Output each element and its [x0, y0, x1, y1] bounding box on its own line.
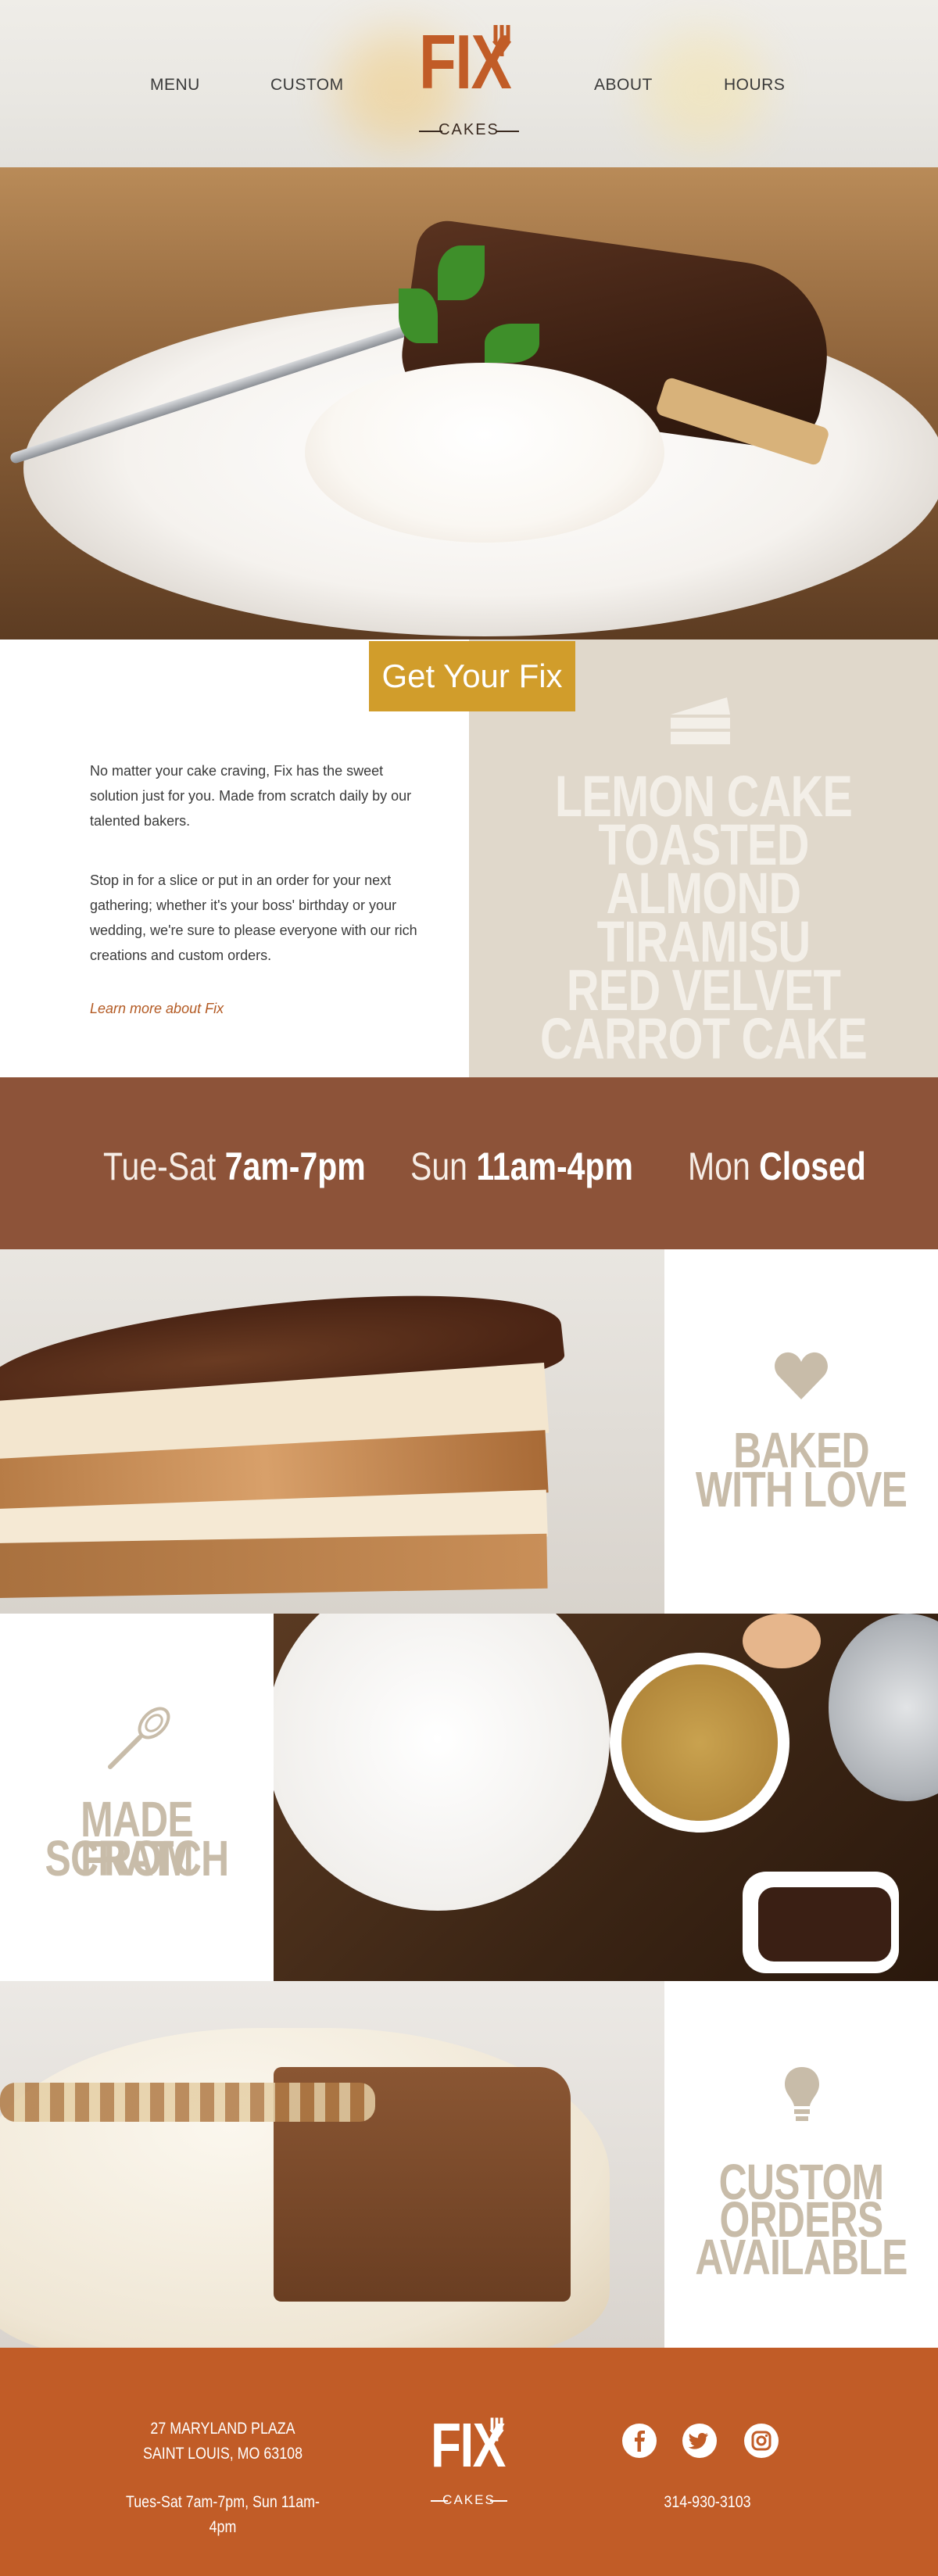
nav-about[interactable]: ABOUT — [594, 76, 653, 95]
twitter-icon[interactable] — [682, 2424, 717, 2458]
address-line-1: 27 MARYLAND PLAZA — [150, 2420, 295, 2438]
hours-days: Mon — [688, 1145, 750, 1188]
hours-time: Closed — [759, 1145, 866, 1188]
heart-icon — [775, 1352, 828, 1399]
footer-hours: Tues-Sat 7am-7pm, Sun 11am-4pm — [125, 2493, 320, 2536]
flavor-item: TOASTED ALMOND — [598, 812, 809, 926]
logo[interactable]: FIX CAKES — [414, 23, 524, 141]
tile-label-line: AVAILABLE — [695, 2229, 908, 2285]
nav-hours[interactable]: HOURS — [724, 76, 785, 95]
whipped-cream — [305, 363, 664, 543]
nav-menu[interactable]: MENU — [150, 76, 200, 95]
flavor-item: CARROT CAKE — [540, 1006, 868, 1071]
footer-address: 27 MARYLAND PLAZA SAINT LOUIS, MO 63108 — [133, 2417, 313, 2467]
site-footer: 27 MARYLAND PLAZA SAINT LOUIS, MO 63108 … — [0, 2348, 938, 2576]
mint-leaf — [438, 245, 485, 300]
hours-band: Tue-Sat 7am-7pm Sun 11am-4pm Mon Closed — [0, 1077, 938, 1249]
tile-label-line: SCRATCH — [45, 1830, 230, 1886]
tiramisu-photo — [0, 1249, 664, 1614]
tile-label-line: WITH LOVE — [695, 1461, 908, 1517]
hours-days: Tue-Sat — [103, 1145, 217, 1188]
fork-icon — [492, 25, 512, 56]
site-header: MENU CUSTOM FIX CAKES ABOUT HOURS — [0, 0, 938, 167]
instagram-icon[interactable] — [744, 2424, 779, 2458]
hours-sun: Sun 11am-4pm — [410, 1144, 633, 1189]
baked-with-love-tile: BAKED WITH LOVE — [664, 1249, 938, 1614]
hours-time: 11am-4pm — [476, 1145, 633, 1188]
nav-custom[interactable]: CUSTOM — [270, 76, 344, 95]
intro-paragraph-2: Stop in for a slice or put in an order f… — [90, 872, 417, 963]
hours-days: Sun — [410, 1145, 467, 1188]
facebook-icon[interactable] — [622, 2424, 657, 2458]
whisk-icon — [108, 1707, 170, 1769]
lightbulb-icon — [785, 2067, 819, 2121]
mint-leaf — [399, 288, 438, 343]
carrot-cake-photo — [0, 1981, 664, 2348]
cake-slice-icon — [671, 697, 730, 744]
hero-image — [0, 167, 938, 640]
learn-more-link[interactable]: Learn more about Fix — [90, 1001, 224, 1017]
intro-paragraph-1: No matter your cake craving, Fix has the… — [90, 763, 412, 829]
logo-subtitle: CAKES — [426, 2492, 512, 2508]
footer-logo[interactable]: FIX CAKES — [426, 2414, 512, 2516]
hours-tue-sat: Tue-Sat 7am-7pm — [103, 1144, 366, 1189]
mint-leaf — [485, 324, 539, 363]
flavor-list: LEMON CAKE TOASTED ALMOND TIRAMISU RED V… — [469, 768, 938, 1071]
fork-icon — [489, 2417, 504, 2442]
hours-time: 7am-7pm — [224, 1145, 366, 1188]
footer-phone[interactable]: 314-930-3103 — [631, 2490, 784, 2515]
get-your-fix-tab: Get Your Fix — [369, 641, 575, 711]
address-line-2: SAINT LOUIS, MO 63108 — [142, 2445, 303, 2463]
custom-orders-tile: CUSTOM ORDERS AVAILABLE — [664, 1981, 938, 2348]
ingredients-photo — [274, 1614, 938, 1981]
logo-subtitle: CAKES — [414, 121, 524, 139]
hours-mon: Mon Closed — [688, 1144, 866, 1189]
made-from-scratch-tile: MADE FROM SCRATCH — [0, 1614, 274, 1981]
